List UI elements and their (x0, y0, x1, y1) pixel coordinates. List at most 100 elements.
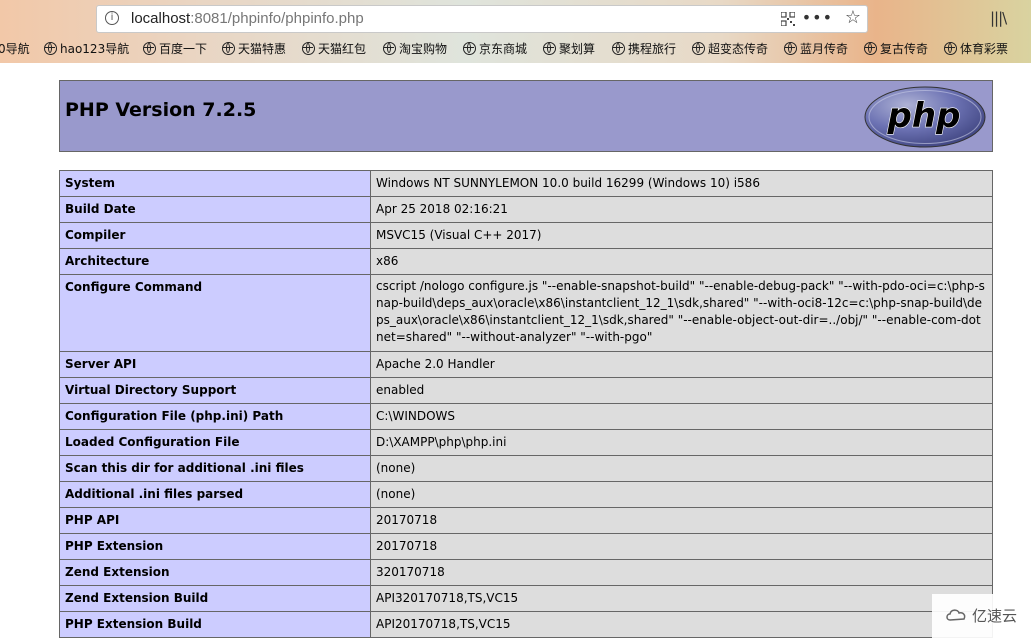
table-row: Build Date Apr 25 2018 02:16:21 (59, 196, 993, 223)
row-value: enabled (370, 377, 993, 404)
bookmark-item[interactable]: 淘宝购物 (383, 40, 447, 57)
bookmark-item[interactable]: 携程旅行 (612, 40, 676, 57)
row-value: Windows NT SUNNYLEMON 10.0 build 16299 (… (370, 170, 993, 197)
watermark-text: 亿速云 (972, 607, 1018, 625)
row-value: x86 (370, 248, 993, 275)
bookmark-label: 超变态传奇 (708, 42, 769, 56)
globe-icon (463, 42, 476, 55)
url-host: localhost (131, 10, 191, 27)
bookmark-label: 0导航 (0, 42, 30, 56)
table-row: Server API Apache 2.0 Handler (59, 351, 993, 378)
globe-icon (383, 42, 396, 55)
page-title: PHP Version 7.2.5 (65, 99, 257, 121)
globe-icon (612, 42, 625, 55)
bookmark-star-icon[interactable]: ☆ (845, 7, 861, 28)
row-value: MSVC15 (Visual C++ 2017) (370, 222, 993, 249)
table-row: Architecture x86 (59, 248, 993, 275)
bookmark-label: 百度一下 (159, 42, 208, 56)
bookmark-item[interactable]: 天猫红包 (302, 40, 366, 57)
table-row: Configure Command cscript /nologo configu… (59, 274, 993, 352)
bookmark-label: 体育彩票 (960, 42, 1009, 56)
table-row: Zend Extension 320170718 (59, 559, 993, 586)
row-value: 20170718 (370, 533, 993, 560)
row-value: API20170718,TS,VC15 (370, 611, 993, 638)
bookmark-label: 复古传奇 (880, 42, 929, 56)
url-text[interactable]: localhost:8081/phpinfo/phpinfo.php (131, 10, 364, 27)
browser-chrome: i localhost:8081/phpinfo/phpinfo.php •••… (0, 0, 1031, 63)
table-row: Loaded Configuration File D:\XAMPP\php\ph… (59, 429, 993, 456)
table-row: System Windows NT SUNNYLEMON 10.0 build 1… (59, 170, 993, 197)
row-label: Additional .ini files parsed (59, 481, 371, 508)
bookmark-label: 天猫特惠 (238, 42, 287, 56)
table-row: Zend Extension Build API320170718,TS,VC15 (59, 585, 993, 612)
bookmark-item[interactable]: 0导航 (0, 40, 30, 57)
row-label: Build Date (59, 196, 371, 223)
bookmark-label: hao123导航 (60, 42, 130, 56)
bookmark-label: 天猫红包 (318, 42, 367, 56)
globe-icon (543, 42, 556, 55)
cloud-logo-icon (946, 609, 966, 621)
bookmarks-toolbar: 0导航 hao123导航 百度一下 天猫特惠 天猫红包 淘宝购物 京东商城 聚划… (0, 38, 1031, 62)
table-row: PHP API 20170718 (59, 507, 993, 534)
bookmark-label: 携程旅行 (628, 42, 677, 56)
table-row: Configuration File (php.ini) Path C:\WIND… (59, 403, 993, 430)
bookmark-label: 淘宝购物 (399, 42, 448, 56)
watermark: 亿速云 (932, 594, 1031, 638)
table-row: Virtual Directory Support enabled (59, 377, 993, 404)
bookmark-item[interactable]: 京东商城 (463, 40, 527, 57)
table-row: Scan this dir for additional .ini files(… (59, 455, 993, 482)
bookmark-item[interactable]: 复古传奇 (864, 40, 928, 57)
site-info-icon[interactable]: i (105, 11, 119, 25)
bookmark-item[interactable]: hao123导航 (44, 40, 129, 57)
globe-icon (222, 42, 235, 55)
row-label: Configure Command (59, 274, 371, 352)
row-value: Apache 2.0 Handler (370, 351, 993, 378)
php-version-header: PHP Version 7.2.5 php (59, 80, 993, 152)
php-logo[interactable]: php (864, 86, 986, 148)
table-row: Compiler MSVC15 (Visual C++ 2017) (59, 222, 993, 249)
bookmark-item[interactable]: 蓝月传奇 (784, 40, 848, 57)
bookmark-item[interactable]: 天猫特惠 (222, 40, 286, 57)
globe-icon (944, 42, 957, 55)
row-value: Apr 25 2018 02:16:21 (370, 196, 993, 223)
bookmark-item[interactable]: 体育彩票 (944, 40, 1008, 57)
globe-icon (143, 42, 156, 55)
globe-icon (784, 42, 797, 55)
row-label: Zend Extension Build (59, 585, 371, 612)
bookmark-item[interactable]: 聚划算 (543, 40, 595, 57)
row-label: Compiler (59, 222, 371, 249)
row-value: (none) (370, 455, 993, 482)
row-label: Architecture (59, 248, 371, 275)
bookmark-label: 京东商城 (479, 42, 528, 56)
row-value: (none) (370, 481, 993, 508)
php-logo-text: php (887, 96, 961, 136)
table-row: PHP Extension Build API20170718,TS,VC15 (59, 611, 993, 638)
row-label: Configuration File (php.ini) Path (59, 403, 371, 430)
row-label: PHP API (59, 507, 371, 534)
row-value: 320170718 (370, 559, 993, 586)
row-value: C:\WINDOWS (370, 403, 993, 430)
url-path: :8081/phpinfo/phpinfo.php (190, 10, 364, 27)
row-value: D:\XAMPP\php\php.ini (370, 429, 993, 456)
row-label: PHP Extension (59, 533, 371, 560)
row-label: System (59, 170, 371, 197)
qr-code-icon[interactable] (781, 12, 795, 26)
library-icon[interactable]: |||\ (990, 9, 1007, 27)
row-value: API320170718,TS,VC15 (370, 585, 993, 612)
globe-icon (44, 42, 57, 55)
bookmark-item[interactable]: 超变态传奇 (692, 40, 768, 57)
row-value: cscript /nologo configure.js "--enable-s… (370, 274, 993, 352)
more-actions-icon[interactable]: ••• (802, 8, 833, 27)
table-row: Additional .ini files parsed (none) (59, 481, 993, 508)
phpinfo-table: System Windows NT SUNNYLEMON 10.0 build 1… (59, 170, 993, 638)
address-bar[interactable]: i localhost:8081/phpinfo/phpinfo.php •••… (96, 5, 868, 33)
row-label: Server API (59, 351, 371, 378)
bookmark-item[interactable]: 百度一下 (143, 40, 207, 57)
bookmark-label: 蓝月传奇 (800, 42, 849, 56)
globe-icon (692, 42, 705, 55)
row-label: Loaded Configuration File (59, 429, 371, 456)
row-label: Virtual Directory Support (59, 377, 371, 404)
row-value: 20170718 (370, 507, 993, 534)
row-label: Zend Extension (59, 559, 371, 586)
table-row: PHP Extension 20170718 (59, 533, 993, 560)
